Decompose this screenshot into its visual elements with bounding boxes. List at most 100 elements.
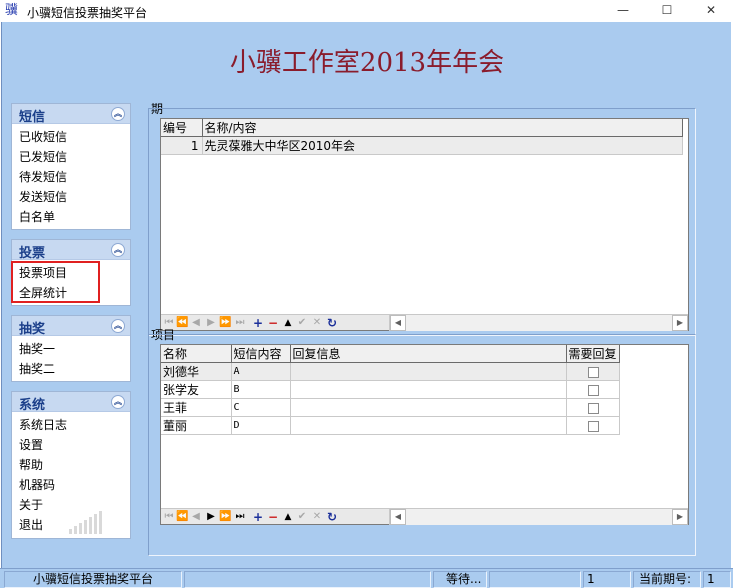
item-name-cell[interactable]: 王菲 <box>161 398 232 417</box>
period-navigator: ⏮ ⏪ ◀ ▶ ⏩ ⏭ + − ▲ ✔ ✕ ↻ ◀ ▶ <box>161 314 688 331</box>
insert-record-button[interactable]: + <box>252 315 264 331</box>
post-record-button[interactable]: ✔ <box>296 509 308 525</box>
table-row[interactable]: 王菲 C <box>161 398 620 417</box>
item-reply-cell[interactable] <box>290 362 567 381</box>
collapse-icon[interactable]: ︽ <box>111 319 125 333</box>
sidebar-item-system-log[interactable]: 系统日志 <box>19 415 130 435</box>
scroll-left-arrow[interactable]: ◀ <box>390 509 406 525</box>
item-sms-cell[interactable]: A <box>231 362 291 381</box>
lottery-panel-title: 抽奖 <box>19 322 46 337</box>
delete-record-button[interactable]: − <box>267 509 279 525</box>
items-navigator: ⏮ ⏪ ◀ ▶ ⏩ ⏭ + − ▲ ✔ ✕ ↻ ◀ ▶ <box>161 508 688 525</box>
next-record-button[interactable]: ▶ <box>205 315 217 331</box>
need-reply-cell[interactable] <box>566 362 620 381</box>
need-reply-cell[interactable] <box>566 380 620 399</box>
status-period-value: 1 <box>703 571 731 588</box>
cancel-edit-button[interactable]: ✕ <box>311 509 323 525</box>
sms-panel-header[interactable]: 短信 ︽ <box>12 104 130 125</box>
column-header-name[interactable]: 名称 <box>161 345 232 363</box>
sidebar-item-send-sms[interactable]: 发送短信 <box>19 187 130 207</box>
refresh-button[interactable]: ↻ <box>326 315 338 331</box>
need-reply-cell[interactable] <box>566 398 620 417</box>
sidebar-item-machine-code[interactable]: 机器码 <box>19 475 130 495</box>
table-row[interactable]: 刘德华 A <box>161 362 620 381</box>
status-period-label: 当前期号: <box>633 571 701 588</box>
scroll-left-arrow[interactable]: ◀ <box>390 315 406 331</box>
collapse-icon[interactable]: ︽ <box>111 243 125 257</box>
horizontal-scrollbar[interactable]: ◀ ▶ <box>389 509 688 525</box>
lottery-panel: 抽奖 ︽ 抽奖一 抽奖二 <box>11 315 131 382</box>
need-reply-cell[interactable] <box>566 416 620 435</box>
item-reply-cell[interactable] <box>290 398 567 417</box>
cancel-edit-button[interactable]: ✕ <box>311 315 323 331</box>
period-name-cell[interactable]: 先灵葆雅大中华区2010年会 <box>202 136 683 155</box>
lottery-panel-header[interactable]: 抽奖 ︽ <box>12 316 130 337</box>
edit-record-button[interactable]: ▲ <box>282 509 294 525</box>
sidebar-item-whitelist[interactable]: 白名单 <box>19 207 130 227</box>
item-sms-cell[interactable]: C <box>231 398 291 417</box>
status-app-name: 小骥短信投票抽奖平台 <box>4 571 182 588</box>
column-header-need-reply[interactable]: 需要回复 <box>566 345 620 363</box>
item-reply-cell[interactable] <box>290 380 567 399</box>
last-record-button[interactable]: ⏭ <box>234 315 246 331</box>
first-record-button[interactable]: ⏮ <box>163 509 175 525</box>
item-sms-cell[interactable]: B <box>231 380 291 399</box>
sidebar-item-pending-sms[interactable]: 待发短信 <box>19 167 130 187</box>
item-name-cell[interactable]: 张学友 <box>161 380 232 399</box>
column-header-reply-info[interactable]: 回复信息 <box>290 345 567 363</box>
period-id-cell[interactable]: 1 <box>161 136 203 155</box>
sidebar-item-help[interactable]: 帮助 <box>19 455 130 475</box>
scroll-right-arrow[interactable]: ▶ <box>672 509 688 525</box>
prior-page-button[interactable]: ⏪ <box>176 509 188 525</box>
insert-record-button[interactable]: + <box>252 509 264 525</box>
status-count: 1 <box>583 571 631 588</box>
column-header-id[interactable]: 编号 <box>161 119 203 137</box>
period-grid[interactable]: 编号 名称/内容 1 先灵葆雅大中华区2010年会 ⏮ ⏪ ◀ ▶ ⏩ ⏭ + … <box>160 118 689 331</box>
app-icon: 骥 <box>5 3 19 18</box>
horizontal-scrollbar[interactable]: ◀ ▶ <box>389 315 688 331</box>
prior-page-button[interactable]: ⏪ <box>176 315 188 331</box>
highlight-box <box>11 261 100 303</box>
prior-record-button[interactable]: ◀ <box>190 509 202 525</box>
column-header-sms-content[interactable]: 短信内容 <box>231 345 291 363</box>
item-sms-cell[interactable]: D <box>231 416 291 435</box>
prior-record-button[interactable]: ◀ <box>190 315 202 331</box>
vote-panel-header[interactable]: 投票 ︽ <box>12 240 130 261</box>
status-bar: 小骥短信投票抽奖平台 等待... 1 当前期号: 1 <box>0 568 733 588</box>
next-record-button[interactable]: ▶ <box>205 509 217 525</box>
system-panel-header[interactable]: 系统 ︽ <box>12 392 130 413</box>
last-record-button[interactable]: ⏭ <box>234 509 246 525</box>
items-grid[interactable]: 名称 短信内容 回复信息 需要回复 刘德华 A 张学友 B 王菲 C 董丽 D … <box>160 344 689 525</box>
table-row[interactable]: 董丽 D <box>161 416 620 435</box>
next-page-button[interactable]: ⏩ <box>219 509 231 525</box>
delete-record-button[interactable]: − <box>267 315 279 331</box>
table-row[interactable]: 张学友 B <box>161 380 620 399</box>
table-row[interactable]: 1 先灵葆雅大中华区2010年会 <box>161 136 683 155</box>
item-name-cell[interactable]: 刘德华 <box>161 362 232 381</box>
need-reply-checkbox[interactable] <box>588 402 599 414</box>
sidebar-item-lottery-one[interactable]: 抽奖一 <box>19 339 130 359</box>
column-header-name[interactable]: 名称/内容 <box>202 119 683 137</box>
collapse-icon[interactable]: ︽ <box>111 395 125 409</box>
refresh-button[interactable]: ↻ <box>326 509 338 525</box>
sidebar-item-sent-sms[interactable]: 已发短信 <box>19 147 130 167</box>
post-record-button[interactable]: ✔ <box>296 315 308 331</box>
collapse-icon[interactable]: ︽ <box>111 107 125 121</box>
item-name-cell[interactable]: 董丽 <box>161 416 232 435</box>
need-reply-checkbox[interactable] <box>588 384 599 396</box>
maximize-button[interactable]: ☐ <box>645 0 689 22</box>
sidebar-item-settings[interactable]: 设置 <box>19 435 130 455</box>
system-panel: 系统 ︽ 系统日志 设置 帮助 机器码 关于 退出 <box>11 391 131 539</box>
next-page-button[interactable]: ⏩ <box>219 315 231 331</box>
minimize-button[interactable]: — <box>601 0 645 22</box>
status-empty-panel <box>184 571 431 588</box>
close-button[interactable]: ✕ <box>689 0 733 22</box>
edit-record-button[interactable]: ▲ <box>282 315 294 331</box>
item-reply-cell[interactable] <box>290 416 567 435</box>
need-reply-checkbox[interactable] <box>588 366 599 378</box>
need-reply-checkbox[interactable] <box>588 420 599 432</box>
sidebar-item-lottery-two[interactable]: 抽奖二 <box>19 359 130 379</box>
sidebar-item-received-sms[interactable]: 已收短信 <box>19 127 130 147</box>
scroll-right-arrow[interactable]: ▶ <box>672 315 688 331</box>
sms-panel: 短信 ︽ 已收短信 已发短信 待发短信 发送短信 白名单 <box>11 103 131 230</box>
